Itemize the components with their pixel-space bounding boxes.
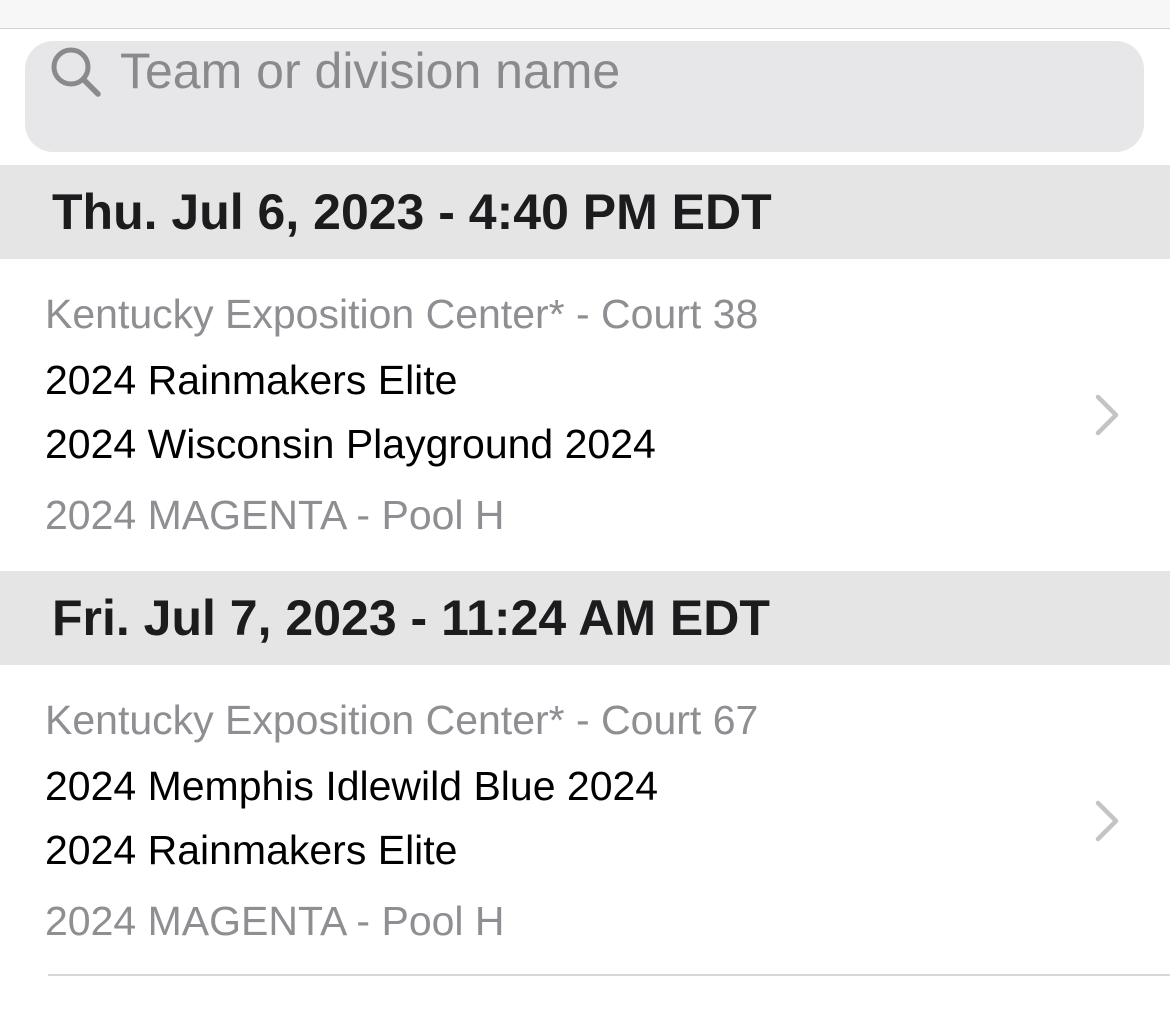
game-location: Kentucky Exposition Center* - Court 38 [45,291,759,337]
chevron-right-icon [1095,394,1119,436]
schedule-screen: Thu. Jul 6, 2023 - 4:40 PM EDT Kentucky … [0,0,1170,1016]
game-team-2: 2024 Rainmakers Elite [45,827,458,873]
section-header-title: Thu. Jul 6, 2023 - 4:40 PM EDT [52,184,772,240]
search-icon [51,47,101,97]
section-header-date: Fri. Jul 7, 2023 - 11:24 AM EDT [0,571,1170,665]
navigation-bar [0,0,1170,29]
section-header-date: Thu. Jul 6, 2023 - 4:40 PM EDT [0,165,1170,259]
game-team-2: 2024 Wisconsin Playground 2024 [45,421,656,467]
game-division: 2024 MAGENTA - Pool H [45,898,505,944]
game-team-1: 2024 Memphis Idlewild Blue 2024 [45,763,659,809]
section-header-title: Fri. Jul 7, 2023 - 11:24 AM EDT [52,590,770,646]
game-row[interactable]: Kentucky Exposition Center* - Court 67 2… [0,665,1170,977]
game-team-1: 2024 Rainmakers Elite [45,357,458,403]
game-row[interactable]: Kentucky Exposition Center* - Court 38 2… [0,259,1170,571]
chevron-right-icon [1095,800,1119,842]
search-input[interactable] [120,38,1100,104]
row-separator [48,974,1170,976]
game-location: Kentucky Exposition Center* - Court 67 [45,697,759,743]
game-division: 2024 MAGENTA - Pool H [45,492,505,538]
